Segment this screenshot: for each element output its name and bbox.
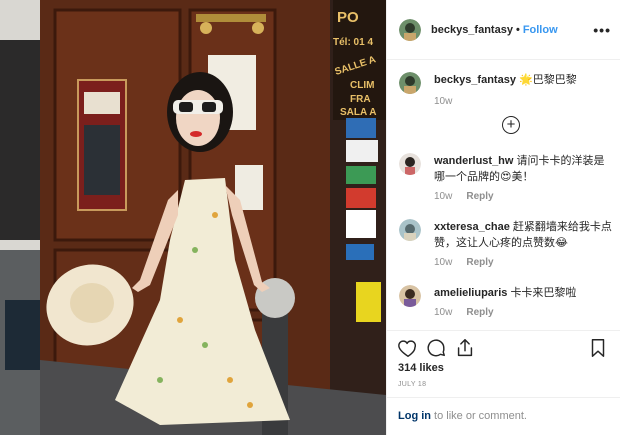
caption-username[interactable]: beckys_fantasy	[434, 74, 516, 86]
author-avatar[interactable]	[399, 18, 421, 41]
post-photo[interactable]: PO Tél: 01 4 SALLE A CLIM FRA SALA A	[0, 0, 386, 435]
window-sign-line4: SALA A	[340, 107, 376, 118]
comment-bubble-icon[interactable]	[425, 337, 447, 359]
window-sign-top: PO	[337, 9, 359, 26]
heart-icon[interactable]	[397, 337, 419, 359]
post-header: beckys_fantasy • Follow •••	[387, 0, 620, 60]
reply-button[interactable]: Reply	[466, 191, 493, 202]
caption-body: beckys_fantasy 🌟巴黎巴黎	[434, 72, 614, 88]
reply-button[interactable]: Reply	[466, 307, 493, 318]
window-sign-line2: CLIM	[350, 80, 374, 91]
comment-text: 卡卡来巴黎啦	[510, 287, 577, 299]
login-link[interactable]: Log in	[398, 410, 431, 422]
author-username[interactable]: beckys_fantasy	[431, 24, 513, 36]
caption-time[interactable]: 10w	[434, 96, 452, 107]
post-date[interactable]: JULY 18	[398, 381, 426, 388]
comment-item: amelieliuparis 卡卡来巴黎啦 10w Reply	[399, 285, 614, 325]
action-bar: 314 likes JULY 18 Log in to like or comm…	[387, 330, 620, 430]
comment-meta: 10w Reply	[434, 257, 494, 268]
caption-text: 🌟巴黎巴黎	[519, 74, 577, 86]
comments-section: beckys_fantasy 🌟巴黎巴黎 10w + wanderlust_hw…	[387, 60, 620, 330]
caption-meta: 10w	[434, 96, 452, 107]
login-prompt-text: to like or comment.	[431, 410, 527, 422]
header-separator: •	[515, 23, 520, 36]
comment-time[interactable]: 10w	[434, 307, 452, 318]
comment-meta: 10w Reply	[434, 307, 494, 318]
more-options-icon[interactable]: •••	[593, 22, 611, 38]
comment-body: wanderlust_hw 请问卡卡的洋装是哪一个品牌的😍美！	[434, 153, 614, 185]
comment-body: xxteresa_chae 赶紧翻墙来给我卡点赞，这让人心疼的点赞数😂	[434, 219, 614, 251]
comment-meta: 10w Reply	[434, 191, 494, 202]
window-sign-line3: FRA	[350, 94, 371, 105]
login-prompt: Log in to like or comment.	[387, 397, 620, 435]
likes-count[interactable]: 314 likes	[398, 362, 444, 374]
load-more-comments-icon[interactable]: +	[502, 116, 520, 134]
share-icon[interactable]	[454, 337, 476, 359]
commenter-avatar[interactable]	[399, 153, 421, 175]
commenter-avatar[interactable]	[399, 285, 421, 307]
comment-item: wanderlust_hw 请问卡卡的洋装是哪一个品牌的😍美！ 10w Reply	[399, 153, 614, 208]
comment-item: xxteresa_chae 赶紧翻墙来给我卡点赞，这让人心疼的点赞数😂 10w R…	[399, 219, 614, 274]
comment-username[interactable]: wanderlust_hw	[434, 155, 513, 167]
reply-button[interactable]: Reply	[466, 257, 493, 268]
comment-username[interactable]: amelieliuparis	[434, 287, 507, 299]
action-icons	[397, 337, 612, 363]
commenter-avatar[interactable]	[399, 219, 421, 241]
comment-username[interactable]: xxteresa_chae	[434, 221, 510, 233]
comment-time[interactable]: 10w	[434, 191, 452, 202]
comment-time[interactable]: 10w	[434, 257, 452, 268]
window-sign-phone: Tél: 01 4	[333, 37, 373, 48]
post-sidebar: beckys_fantasy • Follow ••• beckys_fanta…	[386, 0, 620, 435]
follow-button[interactable]: Follow	[523, 24, 558, 36]
bookmark-icon[interactable]	[587, 337, 609, 359]
comment-body: amelieliuparis 卡卡来巴黎啦	[434, 285, 614, 301]
caption-avatar[interactable]	[399, 72, 421, 94]
